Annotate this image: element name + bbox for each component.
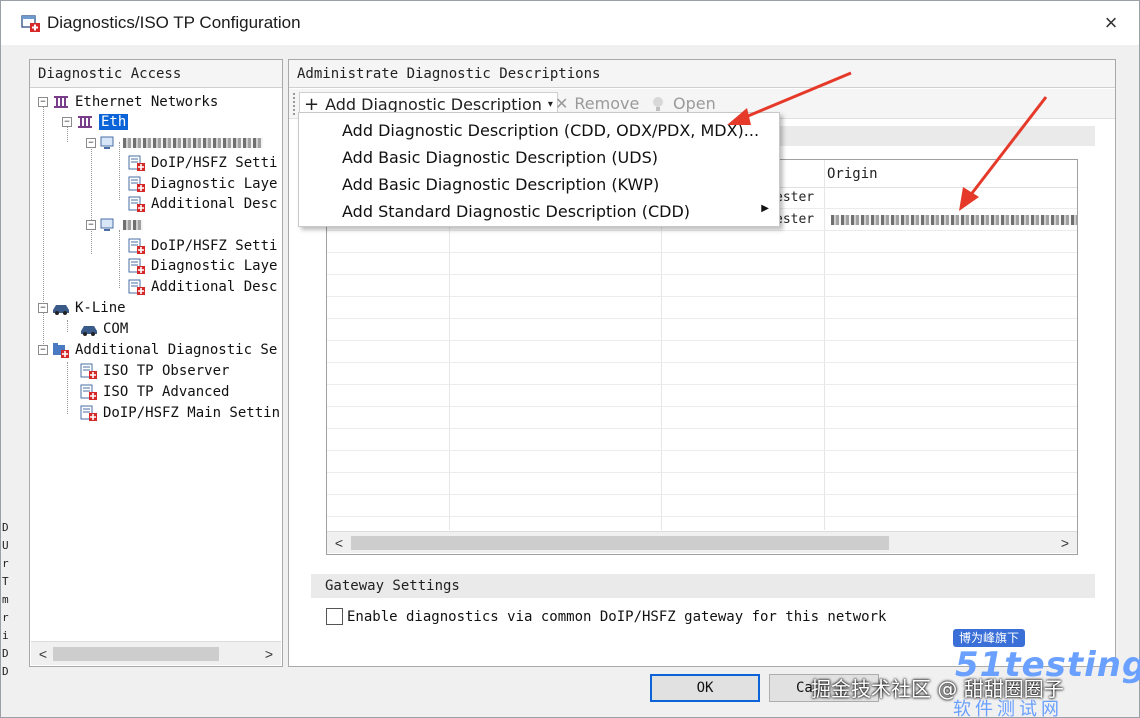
annotation-arrowhead-origin	[959, 187, 979, 211]
ok-button[interactable]: OK	[650, 674, 760, 702]
annotation-arrowhead-menu	[727, 108, 751, 125]
annotation-arrow-origin	[964, 96, 1048, 202]
watermark-community: 掘金技术社区 @ 甜甜圈圈子	[811, 677, 1064, 701]
annotation-arrows	[727, 71, 1048, 211]
background-window-edge: D U r T m r i D D	[2, 521, 9, 678]
annotation-arrow-menu	[735, 71, 852, 123]
dialog-window: Diagnostics/ISO TP Configuration × Diagn…	[0, 0, 1140, 718]
